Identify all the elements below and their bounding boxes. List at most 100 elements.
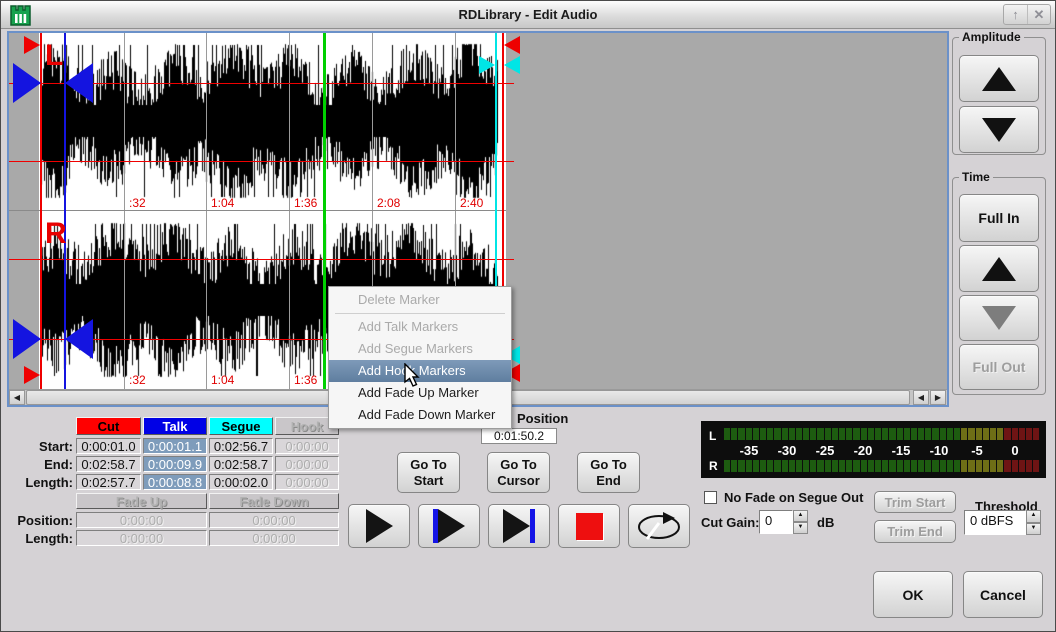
ok-button[interactable]: OK [873, 571, 953, 618]
meter-segment [904, 428, 910, 440]
talk-start-marker-icon[interactable] [13, 319, 41, 359]
goto-end-button[interactable]: Go ToEnd [577, 452, 640, 493]
time-zoom-out-button[interactable] [959, 295, 1039, 341]
position-label: Position [517, 411, 568, 426]
menu-item-add-segue-markers[interactable]: Add Segue Markers [329, 338, 511, 360]
fade-up-position-value: 0:00:00 [76, 512, 207, 528]
shade-button[interactable]: ↑ [1004, 5, 1027, 24]
window-title: RDLibrary - Edit Audio [1, 7, 1055, 22]
cut-end-marker-icon[interactable] [504, 36, 520, 54]
close-button[interactable]: ✕ [1027, 5, 1050, 24]
scroll-left-icon[interactable]: ◀ [913, 390, 929, 405]
up-arrow-icon [982, 67, 1016, 91]
meter-segment [925, 428, 931, 440]
audio-meter: L R -35-30-25-20-15-10-50 [701, 421, 1046, 478]
fade-up-header: Fade Up [76, 493, 207, 509]
meter-segment [774, 428, 780, 440]
play-to-end-icon [503, 509, 535, 543]
gain-reference-line [9, 259, 514, 260]
time-group: Time Full In Full Out [952, 177, 1046, 395]
playback-cursor[interactable] [323, 33, 326, 389]
meter-segment [746, 460, 752, 472]
threshold-spinner[interactable]: ▲▼ [1026, 510, 1041, 535]
menu-item-delete-marker[interactable]: Delete Marker [329, 289, 511, 311]
cut-gain-input[interactable]: 0 [759, 510, 793, 534]
titlebar[interactable]: RDLibrary - Edit Audio ↑ ✕ [1, 1, 1055, 29]
time-full-in-button[interactable]: Full In [959, 194, 1039, 242]
meter-segment [904, 460, 910, 472]
cut-end-value: 0:02:58.7 [76, 456, 141, 472]
time-zoom-in-button[interactable] [959, 245, 1039, 292]
end-row-label: End: [3, 457, 73, 472]
time-gridline [289, 33, 290, 389]
segue-end-marker-icon[interactable] [504, 56, 520, 74]
time-full-out-button[interactable]: Full Out [959, 344, 1039, 390]
cut-gain-spinner[interactable]: ▲▼ [793, 510, 808, 534]
meter-segment [724, 460, 730, 472]
meter-right-segments [724, 460, 1040, 472]
talk-start-value: 0:00:01.1 [143, 438, 207, 454]
talk-end-marker-icon[interactable] [65, 319, 93, 359]
play-button[interactable] [348, 504, 410, 548]
trim-start-button[interactable]: Trim Start [874, 491, 956, 513]
amplitude-up-button[interactable] [959, 55, 1039, 102]
meter-segment [753, 428, 759, 440]
meter-segment [817, 460, 823, 472]
meter-scale: -35-30-25-20-15-10-50 [701, 443, 1046, 458]
meter-segment [789, 460, 795, 472]
no-fade-checkbox[interactable] [704, 491, 717, 504]
goto-start-button[interactable]: Go ToStart [397, 452, 460, 493]
waveform-left-channel[interactable] [39, 33, 506, 210]
meter-segment [990, 428, 996, 440]
meter-segment [803, 460, 809, 472]
loop-button[interactable] [628, 504, 690, 548]
amplitude-group: Amplitude [952, 37, 1046, 155]
meter-segment [961, 460, 967, 472]
meter-segment [796, 428, 802, 440]
trim-end-button[interactable]: Trim End [874, 520, 956, 543]
talk-start-marker-icon[interactable] [13, 63, 41, 103]
talk-length-value: 0:00:08.8 [143, 474, 207, 490]
play-icon [366, 509, 393, 543]
goto-cursor-label: Go ToCursor [497, 457, 540, 489]
meter-segment [839, 428, 845, 440]
meter-segment [1004, 428, 1010, 440]
fade-position-row-label: Position: [3, 513, 73, 528]
segue-start-marker-icon[interactable] [479, 56, 495, 74]
time-tick: 1:36 [294, 196, 317, 210]
amplitude-down-button[interactable] [959, 106, 1039, 153]
meter-segment [918, 428, 924, 440]
play-from-start-button[interactable] [418, 504, 480, 548]
meter-segment [976, 460, 982, 472]
menu-item-add-fade-down-marker[interactable]: Add Fade Down Marker [329, 404, 511, 426]
talk-column-header: Talk [143, 417, 207, 435]
scroll-right-icon[interactable]: ▶ [930, 390, 946, 405]
threshold-input[interactable]: 0 dBFS [964, 510, 1026, 535]
down-arrow-icon [982, 118, 1016, 142]
meter-segment [1012, 428, 1018, 440]
cut-start-marker-icon[interactable] [24, 366, 40, 384]
meter-right-label: R [709, 459, 718, 473]
cancel-button[interactable]: Cancel [963, 571, 1043, 618]
length-row-label: Length: [3, 475, 73, 490]
talk-end-marker-icon[interactable] [65, 63, 93, 103]
stop-button[interactable] [558, 504, 620, 548]
cut-start-marker-icon[interactable] [24, 36, 40, 54]
menu-item-add-talk-markers[interactable]: Add Talk Markers [329, 316, 511, 338]
meter-segment [983, 460, 989, 472]
time-tick: 1:36 [294, 373, 317, 387]
talk-end-value: 0:00:09.9 [143, 456, 207, 472]
start-row-label: Start: [3, 439, 73, 454]
meter-segment [832, 460, 838, 472]
meter-segment [882, 460, 888, 472]
right-channel-label: R [45, 219, 67, 249]
loop-icon [637, 511, 681, 541]
goto-cursor-button[interactable]: Go ToCursor [487, 452, 550, 493]
hook-length-value: 0:00:00 [275, 474, 339, 490]
time-group-title: Time [959, 170, 993, 184]
down-arrow-icon [982, 306, 1016, 330]
play-to-end-button[interactable] [488, 504, 550, 548]
meter-segment [731, 460, 737, 472]
scroll-left-icon[interactable]: ◀ [9, 390, 25, 405]
fade-length-row-label: Length: [3, 531, 73, 546]
